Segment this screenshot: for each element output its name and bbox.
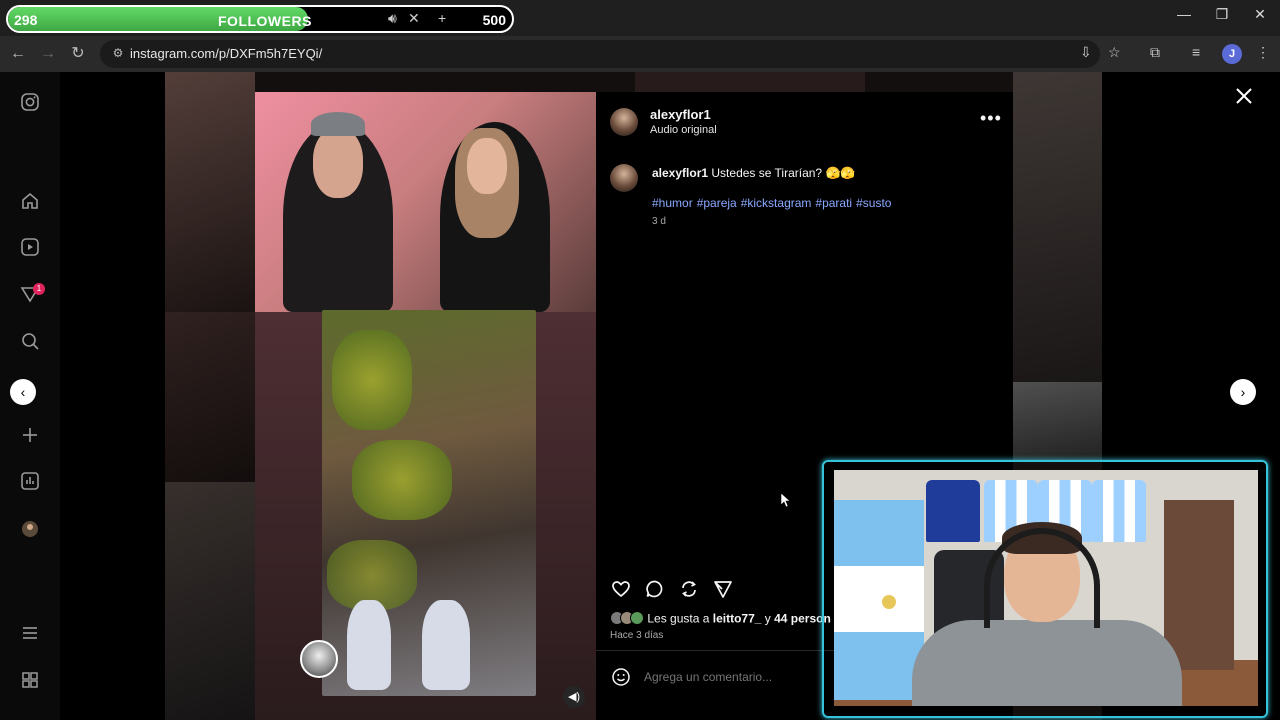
author-avatar[interactable] [610,108,638,136]
emoji-icon[interactable] [610,666,632,688]
close-tab-icon[interactable]: ✕ [408,10,420,27]
share-icon[interactable] [712,578,734,600]
couple-video [255,92,596,312]
profile-avatar[interactable]: J [1222,44,1242,64]
close-window-button[interactable]: ✕ [1242,6,1278,28]
followers-goal-widget: 298 FOLLOWERS 🔊︎ ✕ + 500 [6,5,514,33]
hashtag-link[interactable]: #kickstagram [741,196,812,210]
browser-menu-icon[interactable]: ⋮ [1256,44,1270,61]
url-text[interactable]: instagram.com/p/DXFm5h7EYQi/ [130,46,322,61]
search-icon[interactable] [18,329,42,353]
browser-titlebar: 298 FOLLOWERS 🔊︎ ✕ + 500 — ❐ ✕ [0,0,1280,36]
hashtag-link[interactable]: #humor [652,196,693,210]
webcam-overlay [822,460,1268,718]
woman-face [467,138,507,194]
caption-avatar[interactable] [610,164,638,192]
reels-icon[interactable] [18,235,42,259]
hashtag-list: #humor #pareja #kickstagram #parati #susto [652,196,895,210]
likes-user[interactable]: leitto77_ [713,612,762,626]
back-button[interactable]: ← [8,44,28,64]
caption: alexyflor1 Ustedes se Tirarían? 🫣🫣 [652,166,855,180]
notification-badge: 1 [33,283,45,295]
grass-patch [352,440,452,520]
followers-label: FOLLOWERS [218,13,312,29]
previous-post-button[interactable]: ‹ [10,379,36,405]
hashtag-link[interactable]: #susto [856,196,891,210]
caption-text: Ustedes se Tirarían? 🫣🫣 [711,166,856,180]
media-control-icon[interactable]: ≡ [1192,44,1200,60]
audio-icon[interactable]: 🔊︎ [388,10,397,27]
site-info-icon[interactable]: ⚙ [110,46,126,62]
address-bar: ← → ↻ ⚙ instagram.com/p/DXFm5h7EYQi/ ⇩ ☆… [0,36,1280,72]
post-media[interactable]: ◀) [255,92,596,720]
create-icon[interactable] [18,423,42,447]
caption-age: 3 d [652,216,666,227]
minimize-button[interactable]: — [1166,6,1202,28]
creator-mini-avatar [300,640,338,678]
man-cap [311,112,365,136]
forward-button[interactable]: → [38,44,58,64]
maximize-button[interactable]: ❐ [1204,6,1240,28]
left-foot [347,600,391,690]
instagram-icon[interactable] [18,90,42,114]
likes-suffix: y [764,611,771,626]
audio-label[interactable]: Audio original [650,124,717,136]
likes-summary[interactable]: Les gusta a leitto77_ y 44 person [610,611,831,628]
mouse-cursor-icon [781,493,791,507]
like-heart-icon[interactable] [610,578,632,600]
profile-icon[interactable] [18,517,42,541]
omnibox[interactable]: ⚙ instagram.com/p/DXFm5h7EYQi/ [100,40,1100,68]
webcam-border [822,460,1268,718]
reload-button[interactable]: ↻ [68,44,88,64]
hashtag-link[interactable]: #pareja [697,196,737,210]
menu-icon[interactable] [18,621,42,645]
author-name[interactable]: alexyflor1 [650,107,711,122]
likes-prefix: Les gusta a [647,611,710,626]
man-face [313,128,363,198]
more-options-icon[interactable]: ••• [980,108,1002,129]
repost-icon[interactable] [678,578,700,600]
volume-icon[interactable]: ◀) [563,686,585,708]
action-bar [610,578,734,600]
followers-goal: 500 [482,12,506,28]
posted-time: Hace 3 días [610,630,664,641]
bookmark-star-icon[interactable]: ☆ [1108,44,1121,61]
caption-author[interactable]: alexyflor1 [652,166,708,180]
extensions-icon[interactable]: ⧉ [1150,44,1160,61]
grass-patch [332,330,412,430]
right-foot [422,600,470,690]
dashboard-icon[interactable] [18,469,42,493]
liker-avatars [610,611,644,628]
new-tab-icon[interactable]: + [438,10,446,26]
stitched-video[interactable] [322,310,536,696]
home-icon[interactable] [18,189,42,213]
comment-icon[interactable] [644,578,666,600]
next-post-button[interactable]: › [1230,379,1256,405]
more-apps-icon[interactable] [18,668,42,692]
install-app-icon[interactable]: ⇩ [1080,44,1092,61]
hashtag-link[interactable]: #parati [815,196,852,210]
close-post-icon[interactable] [1232,84,1256,108]
followers-current: 298 [14,12,38,28]
